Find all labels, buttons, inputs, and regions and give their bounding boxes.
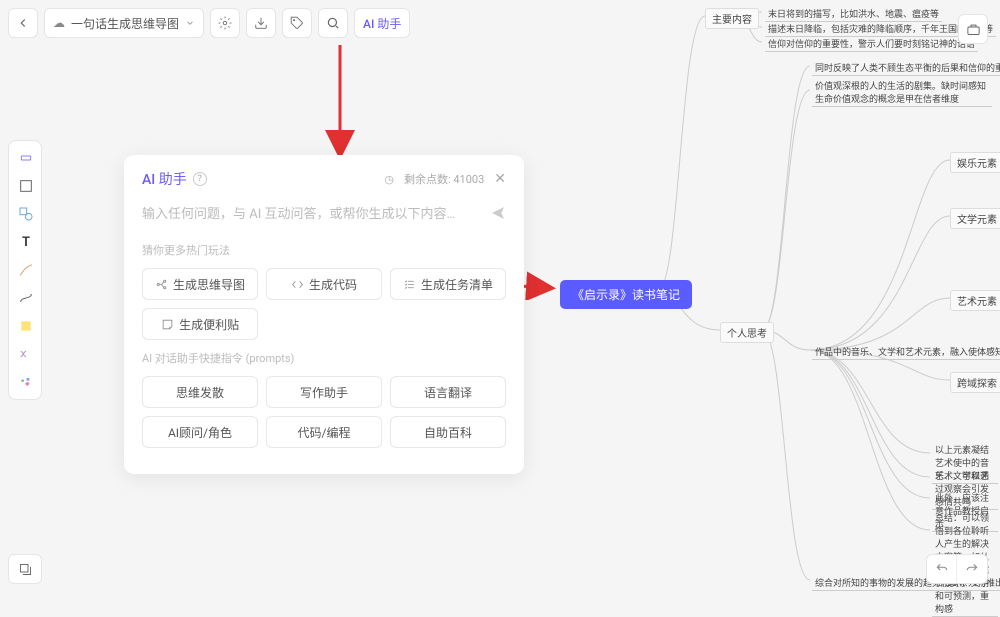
ai-panel-title: AI 助手 [142, 169, 187, 189]
undo-button[interactable] [927, 555, 957, 583]
search-icon [326, 16, 340, 30]
generate-tasklist-button[interactable]: 生成任务清单 [390, 268, 506, 300]
redo-button[interactable] [957, 555, 987, 583]
prompts-label: AI 对话助手快捷指令 (prompts) [142, 350, 506, 366]
ai-assistant-panel: AI 助手 ? ◷ 剩余点数: 41003 ✕ 猜你更多热门玩法 生成思维导图 … [124, 155, 524, 474]
mindmap-node[interactable]: 价值观深根的人的生活的剧集。缺时间感知生命价值观念的概念是甲在信者维度 [812, 78, 992, 107]
prompt-encyclopedia-button[interactable]: 自助百科 [390, 416, 506, 448]
undo-redo-group [926, 554, 988, 584]
back-button[interactable] [8, 8, 38, 38]
prompt-coding-button[interactable]: 代码/编程 [266, 416, 382, 448]
tool-more[interactable] [13, 369, 39, 395]
layers-icon [18, 562, 33, 577]
mindmap-node[interactable]: 艺术元素 [950, 290, 1000, 311]
send-button[interactable] [490, 205, 506, 225]
mindmap-node[interactable]: 娱乐元素 [950, 152, 1000, 173]
mindmap-node[interactable]: 文学元素 [950, 208, 1000, 229]
export-button[interactable] [246, 8, 276, 38]
mindmap-node[interactable]: 主要内容 [705, 8, 759, 29]
tag-button[interactable] [282, 8, 312, 38]
export-icon [254, 16, 268, 30]
tasklist-icon [403, 278, 416, 291]
mindmap-node[interactable]: 末日将到的描写，比如洪水、地震、瘟疫等 [765, 6, 942, 22]
search-button[interactable] [318, 8, 348, 38]
prompt-translate-button[interactable]: 语言翻译 [390, 376, 506, 408]
tool-connector[interactable] [13, 285, 39, 311]
ai-prompt-input[interactable] [142, 201, 482, 228]
generate-sticky-button[interactable]: 生成便利贴 [142, 308, 258, 340]
redo-icon [965, 562, 979, 576]
document-title: 一句话生成思维导图 [71, 15, 179, 32]
mindmap-root-node[interactable]: 《启示录》读书笔记 [560, 280, 692, 309]
undo-icon [935, 562, 949, 576]
chevron-down-icon [185, 18, 195, 28]
clock-icon: ◷ [384, 173, 394, 186]
mindmap-node[interactable]: 作品中的音乐、文学和艺术元素，融入使体感知的情感装饰 [812, 344, 1000, 360]
tool-sticky[interactable] [13, 313, 39, 339]
mindmap-icon [155, 278, 168, 291]
ai-assistant-toolbar-button[interactable]: AI 助手 [354, 8, 410, 38]
settings-button[interactable] [210, 8, 240, 38]
ai-label: AI 助手 [363, 15, 401, 32]
help-icon[interactable]: ? [193, 172, 207, 186]
tool-pen[interactable] [13, 257, 39, 283]
tool-text[interactable]: T [13, 229, 39, 255]
mindmap-node[interactable]: 跨域探索 [950, 372, 1000, 393]
toolbox-icon [966, 22, 981, 37]
tool-shape[interactable] [13, 201, 39, 227]
mindmap-node[interactable]: 信仰对信仰的重要性，警示人们要时刻铭记神的话语 [765, 36, 978, 52]
layers-button[interactable] [8, 554, 42, 584]
tool-mindmap[interactable] [13, 341, 39, 367]
tag-icon [290, 16, 304, 30]
tool-frame[interactable] [13, 173, 39, 199]
mindmap-node[interactable]: 同时反映了人类不顾生态平衡的后果和信仰的重要性 [812, 60, 1000, 76]
tool-pointer[interactable] [13, 145, 39, 171]
toolbox-button[interactable] [958, 14, 988, 44]
prompt-divergent-button[interactable]: 思维发散 [142, 376, 258, 408]
gear-icon [218, 16, 232, 30]
code-icon [291, 278, 304, 291]
document-title-dropdown[interactable]: ☁ 一句话生成思维导图 [44, 8, 204, 38]
close-button[interactable]: ✕ [494, 171, 506, 187]
mindmap-node[interactable]: 个人思考 [720, 322, 774, 343]
cloud-icon: ☁ [53, 16, 65, 30]
generate-code-button[interactable]: 生成代码 [266, 268, 382, 300]
points-remaining: 剩余点数: 41003 [404, 171, 484, 187]
hot-topics-label: 猜你更多热门玩法 [142, 242, 506, 258]
send-icon [490, 205, 506, 221]
prompt-ai-role-button[interactable]: AI顾问/角色 [142, 416, 258, 448]
left-toolbar: T [8, 140, 42, 400]
annotation-arrow-1 [280, 40, 400, 160]
sticky-icon [161, 318, 174, 331]
prompt-writing-button[interactable]: 写作助手 [266, 376, 382, 408]
generate-mindmap-button[interactable]: 生成思维导图 [142, 268, 258, 300]
